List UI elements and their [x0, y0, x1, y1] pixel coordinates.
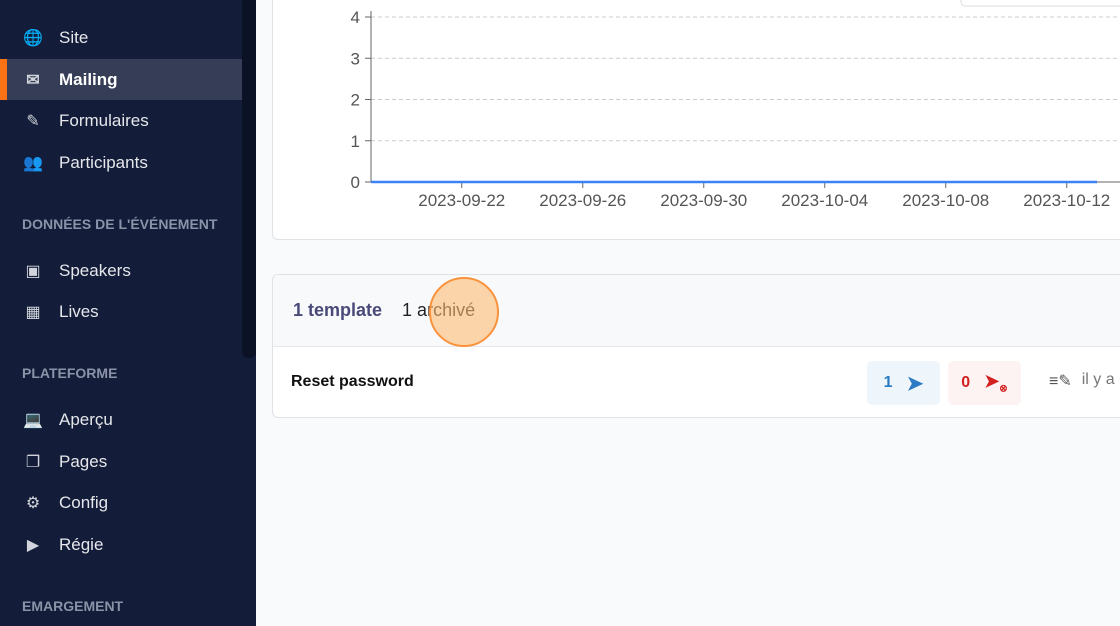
y-tick-label: 0 [351, 173, 360, 192]
tabs: 1 template 1 archivé [273, 275, 1120, 347]
pages-icon: ❐ [25, 453, 41, 471]
edited-time: il y a [1081, 371, 1115, 388]
sidebar-item-config[interactable]: ⚙ Config [0, 482, 242, 523]
sidebar-section-heading: EMARGEMENT [22, 598, 124, 614]
badge-icon: ▣ [25, 262, 41, 280]
sidebar-item-lives[interactable]: ▦ Lives [0, 291, 242, 332]
sidebar-item-label: Régie [59, 534, 104, 554]
failed-count: 0 [961, 374, 971, 391]
mail-icon: ✉ [26, 71, 40, 89]
sidebar-item-label: Pages [59, 451, 108, 471]
x-tick-label: 2023-09-30 [660, 191, 747, 210]
x-tick-label: 2023-10-08 [902, 191, 989, 210]
sidebar-item-mailing[interactable]: ✉ Mailing [0, 59, 242, 100]
templates-card: 1 template 1 archivé Reset password 1 ➤ … [272, 274, 1120, 418]
sidebar-item-regie[interactable]: ▶ Régie [0, 524, 242, 565]
globe-icon: 🌐 [23, 29, 43, 47]
people-icon: 👥 [23, 154, 43, 172]
sidebar-item-label: Site [59, 27, 89, 47]
regie-icon: ▶ [26, 536, 40, 554]
sidebar-item-pages[interactable]: ❐ Pages [0, 441, 242, 482]
edit-notes-icon: ≡✎ [1049, 373, 1072, 390]
sidebar-item-label: Participants [59, 152, 148, 172]
sidebar-section-heading: DONNÉES DE L'ÉVÉNEMENT [22, 216, 218, 232]
sidebar-scrollbar[interactable] [242, 0, 256, 358]
sidebar-item-label: Aperçu [59, 409, 113, 429]
sidebar-item-formulaires[interactable]: ✎ Formulaires [0, 100, 242, 141]
failed-count-badge[interactable]: 0 ➤⊗ [948, 361, 1021, 405]
pencil-icon: ✎ [26, 112, 40, 130]
edited-info: ≡✎ il y a [1049, 371, 1115, 391]
calendar-icon: ▦ [25, 303, 41, 321]
sidebar-item-site[interactable]: 🌐 Site [0, 17, 242, 58]
y-tick-label: 1 [351, 132, 360, 151]
sent-count: 1 [883, 374, 893, 391]
template-name: Reset password [291, 373, 414, 390]
sidebar-section-heading: PLATEFORME [22, 365, 118, 381]
line-chart: 0 1 2 3 4 2023-09-22 2023-09-26 2023-09-30 2023-… [351, 0, 1120, 210]
sidebar-item-label: Config [59, 492, 109, 512]
send-icon: ➤ [906, 372, 924, 395]
chart-legend-box [960, 0, 1120, 7]
x-tick-label: 2023-10-12 [1023, 191, 1110, 210]
x-tick-label: 2023-09-22 [418, 191, 505, 210]
sidebar-item-apercu[interactable]: 💻 Aperçu [0, 399, 242, 440]
sidebar: 🌐 Site ✉ Mailing ✎ Formulaires 👥 Participants ▣ S… [0, 0, 256, 626]
config-icon: ⚙ [25, 494, 41, 512]
y-tick-label: 3 [351, 49, 360, 68]
sidebar-item-label: Mailing [59, 69, 118, 89]
y-tick-label: 4 [351, 8, 360, 27]
sidebar-item-speakers[interactable]: ▣ Speakers [0, 250, 242, 291]
x-tick-label: 2023-09-26 [539, 191, 626, 210]
tab-templates[interactable]: 1 template [293, 300, 382, 321]
sidebar-item-label: Lives [59, 301, 99, 321]
sidebar-item-participants[interactable]: 👥 Participants [0, 142, 242, 183]
click-indicator [429, 277, 499, 347]
y-tick-label: 2 [351, 91, 360, 110]
send-failed-icon: ➤⊗ [984, 371, 1008, 395]
x-tick-label: 2023-10-04 [781, 191, 868, 210]
laptop-icon: 💻 [23, 411, 43, 429]
sent-count-badge[interactable]: 1 ➤ [867, 361, 940, 405]
chart-card: 0 1 2 3 4 2023-09-22 2023-09-26 2023-09-30 2023-… [272, 0, 1120, 240]
sidebar-item-label: Speakers [59, 260, 131, 280]
sidebar-item-label: Formulaires [59, 110, 149, 130]
